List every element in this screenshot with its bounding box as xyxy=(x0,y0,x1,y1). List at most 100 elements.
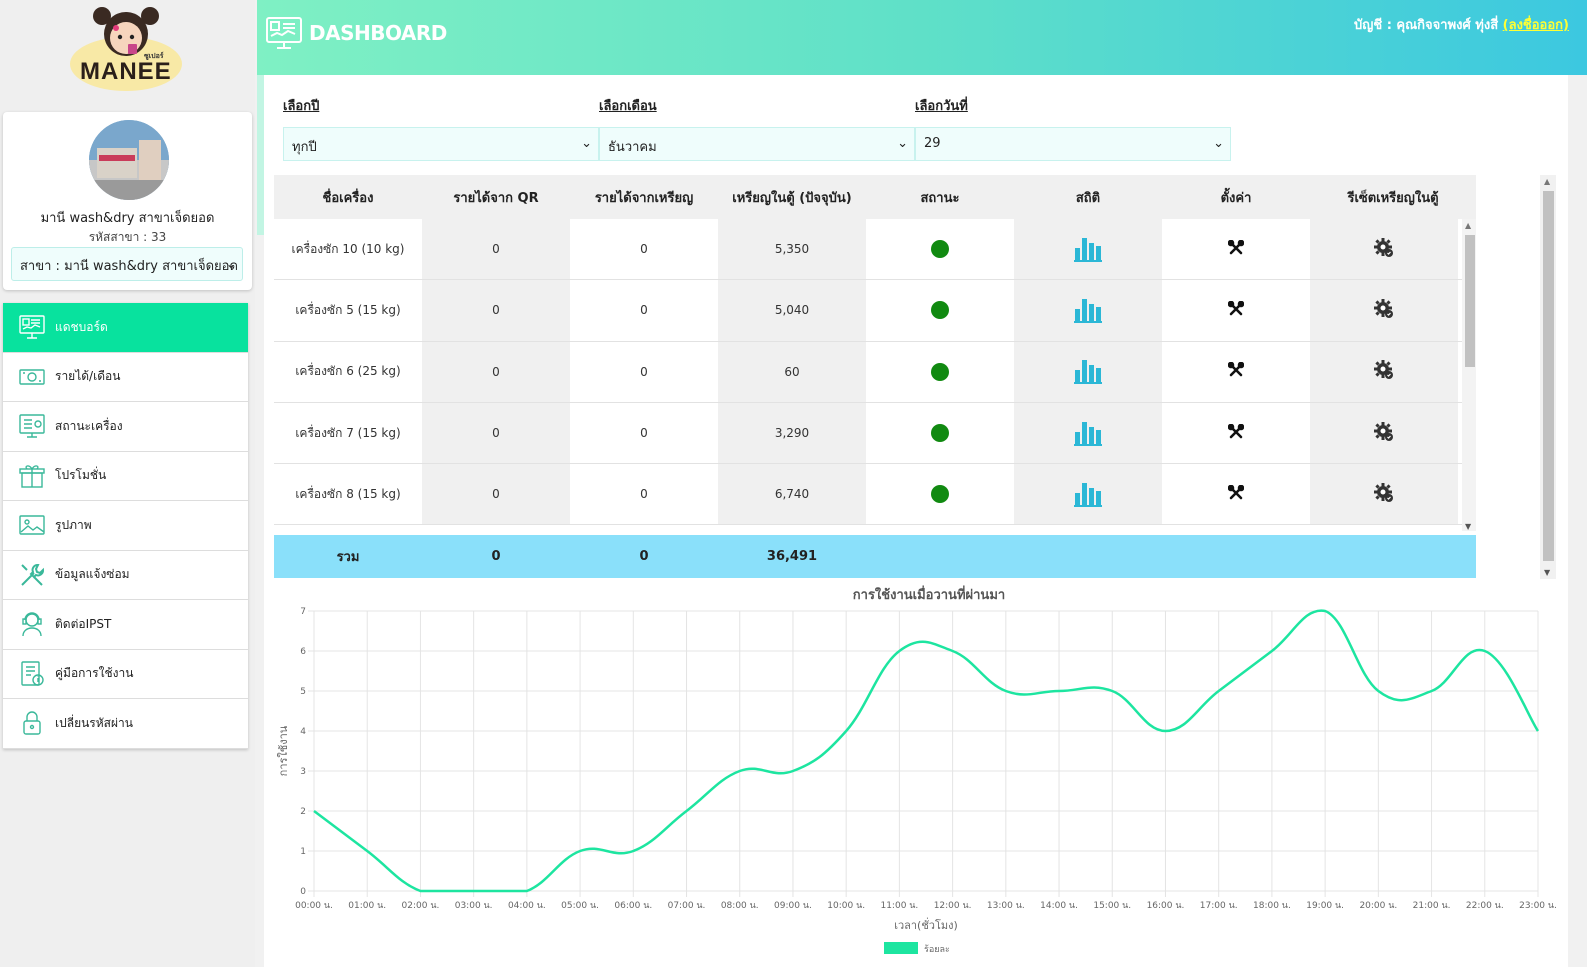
x-tick-label: 19:00 น. xyxy=(1306,901,1344,911)
status-online-icon xyxy=(931,362,949,381)
top-header: DASHBOARD บัญชี : คุณกิจจาพงศ์ ทุ่งสี่ (… xyxy=(257,0,1587,75)
support-agent-icon xyxy=(17,609,47,639)
account-info: บัญชี : คุณกิจจาพงศ์ ทุ่งสี่ (ลงชื่อออก) xyxy=(1354,14,1569,35)
table-body: เครื่องซัก 10 (10 kg) 0 0 5,350 เครื่องซัก 5… xyxy=(274,219,1476,525)
gear-reset-icon[interactable] xyxy=(1373,237,1395,262)
x-tick-label: 10:00 น. xyxy=(827,901,865,911)
x-tick-label: 00:00 น. xyxy=(295,901,333,911)
bar-chart-icon[interactable] xyxy=(1074,356,1102,387)
sidebar-item-support-agent[interactable]: ติดต่อIPST xyxy=(3,600,248,650)
x-tick-label: 21:00 น. xyxy=(1413,901,1451,911)
table-header: ชื่อเครื่อง รายได้จาก QR รายได้จากเหรียญ เห… xyxy=(274,175,1476,219)
tools-icon[interactable] xyxy=(1227,300,1245,320)
gear-reset-icon[interactable] xyxy=(1373,298,1395,323)
gear-reset-icon[interactable] xyxy=(1373,482,1395,507)
scroll-down-icon[interactable]: ▼ xyxy=(1465,522,1471,531)
panel-scrollbar[interactable]: ▲ ▼ xyxy=(1540,175,1556,579)
x-tick-label: 03:00 น. xyxy=(455,901,493,911)
scroll-up-icon[interactable]: ▲ xyxy=(1544,177,1550,186)
qr-income: 0 xyxy=(422,219,570,280)
sidebar-item-manual[interactable]: คู่มือการใช้งาน xyxy=(3,650,248,699)
x-tick-label: 12:00 น. xyxy=(934,901,972,911)
x-tick-label: 20:00 น. xyxy=(1359,901,1397,911)
x-tick-label: 08:00 น. xyxy=(721,901,759,911)
coins-in-box: 3,290 xyxy=(718,402,866,464)
tools-icon[interactable] xyxy=(1227,239,1245,259)
coins-in-box: 6,740 xyxy=(718,464,866,525)
day-select[interactable]: 29 ⌄ xyxy=(915,127,1231,161)
y-tick-label: 6 xyxy=(300,647,306,657)
scroll-thumb[interactable] xyxy=(1465,235,1475,367)
money-icon xyxy=(17,362,47,392)
status-cell xyxy=(866,402,1014,464)
bar-chart-icon[interactable] xyxy=(1074,295,1102,326)
year-select-value: ทุกปี xyxy=(292,140,317,155)
sidebar-item-label: ติดต่อIPST xyxy=(55,616,112,631)
branch-avatar xyxy=(89,120,169,200)
column-header: ชื่อเครื่อง xyxy=(322,190,374,206)
total-box: 36,491 xyxy=(766,549,818,564)
bar-chart-icon[interactable] xyxy=(1074,479,1102,510)
x-tick-label: 11:00 น. xyxy=(880,901,918,911)
year-select[interactable]: ทุกปี ⌄ xyxy=(283,127,599,161)
x-tick-label: 23:00 น. xyxy=(1519,901,1557,911)
column-header: ตั้งค่า xyxy=(1220,190,1252,206)
qr-income: 0 xyxy=(422,341,570,402)
stats-cell xyxy=(1014,219,1162,280)
tools-icon[interactable] xyxy=(1227,484,1245,504)
sidebar-item-dashboard[interactable]: แดชบอร์ด xyxy=(3,303,248,353)
table-row: เครื่องซัก 6 (25 kg) 0 0 60 xyxy=(274,341,1476,403)
sidebar-item-money[interactable]: รายได้/เดือน xyxy=(3,353,248,402)
table-footer: รวม 0 0 36,491 xyxy=(274,535,1476,578)
branch-select[interactable]: สาขา : มานี wash&dry สาขาเจ็ดยอด ⌄ xyxy=(11,247,243,281)
logout-link[interactable]: (ลงชื่อออก) xyxy=(1503,18,1569,33)
page-title: DASHBOARD xyxy=(309,21,447,45)
bar-chart-icon[interactable] xyxy=(1074,234,1102,265)
x-tick-label: 13:00 น. xyxy=(987,901,1025,911)
qr-income: 0 xyxy=(422,464,570,525)
gear-reset-icon[interactable] xyxy=(1373,421,1395,446)
manee-logo[interactable]: ซูเปอร์ MANEE xyxy=(68,6,184,92)
sidebar-item-lock[interactable]: เปลี่ยนรหัสผ่าน xyxy=(3,699,248,749)
branch-code: รหัสสาขา : 33 xyxy=(88,230,167,244)
tools-icon[interactable] xyxy=(1227,423,1245,443)
chevron-down-icon: ⌄ xyxy=(581,136,592,151)
coin-income: 0 xyxy=(570,464,718,525)
machine-status-icon xyxy=(17,411,47,441)
accent-stripe xyxy=(257,75,264,235)
x-tick-label: 07:00 น. xyxy=(668,901,706,911)
day-label: เลือกวันที่ xyxy=(915,99,968,114)
usage-line-chart: การใช้งานเมื่อวานที่ผ่านมา 0 1 2 3 4 5 6 7 00:00 … xyxy=(277,585,1557,955)
qr-income: 0 xyxy=(422,402,570,464)
sidebar-item-label: ข้อมูลแจ้งซ่อม xyxy=(55,567,130,582)
gear-reset-icon[interactable] xyxy=(1373,359,1395,384)
x-tick-label: 18:00 น. xyxy=(1253,901,1291,911)
month-label: เลือกเดือน xyxy=(599,99,657,114)
x-tick-label: 16:00 น. xyxy=(1147,901,1185,911)
y-tick-label: 5 xyxy=(300,687,306,697)
sidebar-item-gift[interactable]: โปรโมชั่น xyxy=(3,452,248,501)
scroll-thumb[interactable] xyxy=(1543,191,1554,561)
tools-icon[interactable] xyxy=(1227,361,1245,381)
branch-name: มานี wash&dry สาขาเจ็ดยอด xyxy=(40,211,215,226)
sidebar-item-image[interactable]: รูปภาพ xyxy=(3,501,248,551)
table-scrollbar[interactable]: ▲ ▼ xyxy=(1462,219,1476,531)
account-label: บัญชี : คุณกิจจาพงศ์ ทุ่งสี่ xyxy=(1354,18,1499,33)
sidebar-item-machine-status[interactable]: สถานะเครื่อง xyxy=(3,402,248,452)
total-label: รวม xyxy=(336,550,360,565)
machine-name: เครื่องซัก 6 (25 kg) xyxy=(274,341,422,402)
chevron-down-icon: ⌄ xyxy=(897,136,908,151)
stats-cell xyxy=(1014,402,1162,464)
scroll-up-icon[interactable]: ▲ xyxy=(1465,221,1471,230)
month-select[interactable]: ธันวาคม ⌄ xyxy=(599,127,915,161)
y-tick-label: 7 xyxy=(300,607,306,617)
series-line-ร้อยละ xyxy=(313,609,1540,893)
reset-cell xyxy=(1310,219,1458,280)
profile-card: มานี wash&dry สาขาเจ็ดยอด รหัสสาขา : 33 … xyxy=(3,112,252,290)
sidebar-item-tools[interactable]: ข้อมูลแจ้งซ่อม xyxy=(3,551,248,600)
scroll-down-icon[interactable]: ▼ xyxy=(1544,568,1550,577)
total-coin: 0 xyxy=(639,549,649,564)
status-online-icon xyxy=(931,301,949,320)
bar-chart-icon[interactable] xyxy=(1074,418,1102,449)
coins-in-box: 60 xyxy=(718,341,866,402)
